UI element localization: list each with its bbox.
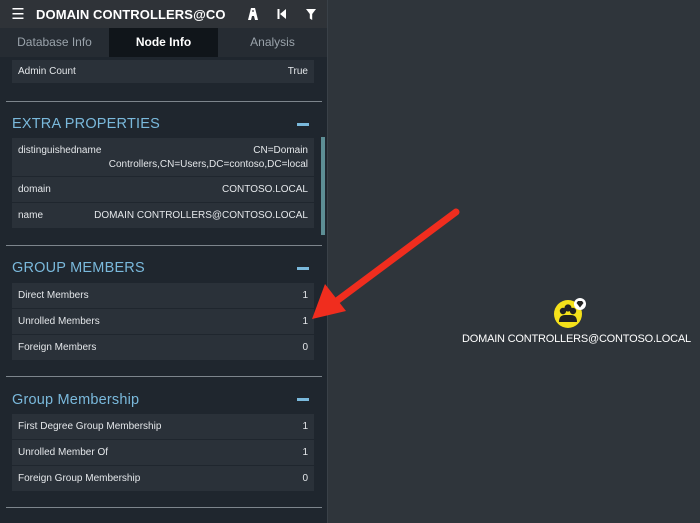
annotation-arrow-icon [312,208,460,319]
